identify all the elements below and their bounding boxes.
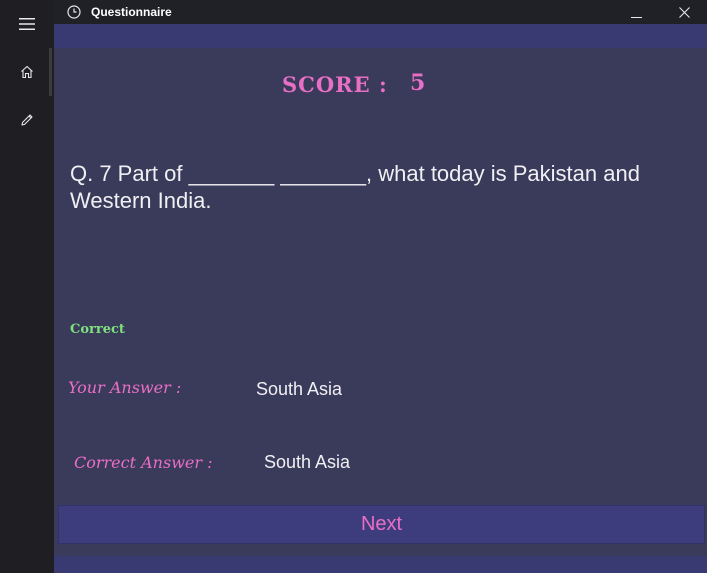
next-button[interactable]: Next (58, 505, 705, 544)
correct-answer-label: Correct Answer : (74, 453, 213, 472)
hamburger-menu-icon (19, 18, 35, 30)
your-answer-value: South Asia (256, 379, 343, 399)
nav-selection-indicator (49, 48, 52, 96)
score-value: 5 (410, 70, 426, 96)
score-label: SCORE : (282, 72, 388, 97)
question-text: Q. 7 Part of _______ _______, what today… (70, 161, 640, 213)
correct-answer-value: South Asia (264, 452, 351, 472)
nav-item-home[interactable] (0, 52, 54, 92)
minimize-button[interactable] (614, 0, 660, 24)
pencil-icon (21, 114, 33, 126)
minimize-icon (631, 17, 642, 18)
quiz-panel: SCORE : 5 Q. 7 Part of _______ _______, … (54, 48, 707, 573)
title-bar: Questionnaire (54, 0, 707, 24)
close-icon (678, 6, 690, 18)
footer-band (54, 556, 707, 573)
nav-rail (0, 0, 54, 573)
window-title: Questionnaire (91, 5, 172, 19)
result-status: Correct (70, 322, 125, 337)
header-band (54, 24, 707, 48)
clock-icon (67, 5, 81, 19)
home-icon (21, 65, 33, 79)
app-window: Questionnaire SCORE : 5 Q. 7 Part of ___… (0, 0, 707, 573)
your-answer-label: Your Answer : (68, 378, 182, 397)
close-button[interactable] (661, 0, 707, 24)
hamburger-menu-button[interactable] (0, 4, 54, 44)
nav-item-edit[interactable] (0, 100, 54, 140)
